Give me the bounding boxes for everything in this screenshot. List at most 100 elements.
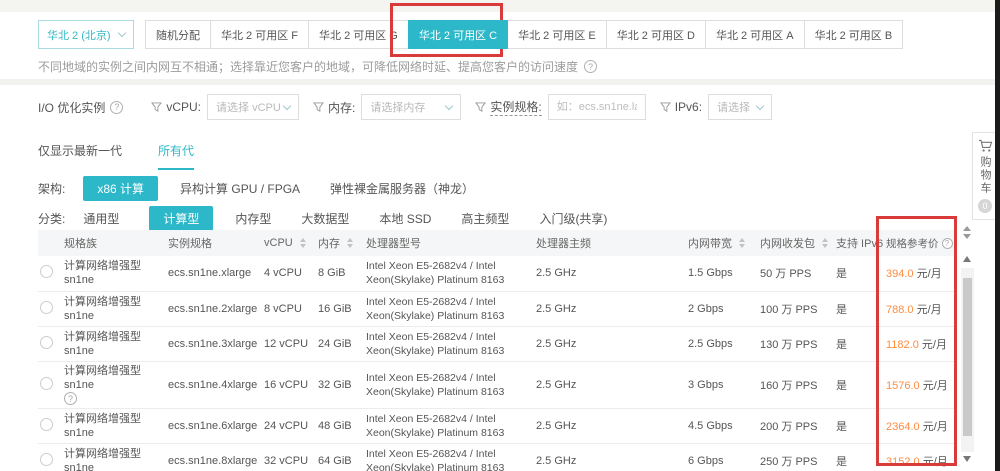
cell-memory: 24 GiB (316, 326, 364, 361)
cell-family: 计算网络增强型 sn1ne (62, 443, 166, 471)
sort-arrows-icon[interactable] (347, 238, 353, 248)
vcpu-filter-label: vCPU: (166, 100, 201, 114)
cell-family: 计算网络增强型 sn1ne (62, 256, 166, 291)
cat-option-localssd[interactable]: 本地 SSD (379, 210, 431, 227)
tab-latest-generation[interactable]: 仅显示最新一代 (38, 142, 122, 170)
cell-bandwidth: 6 Gbps (686, 443, 758, 471)
zone-tab-c-selected[interactable]: 华北 2 可用区 C (408, 20, 508, 49)
cell-family: 计算网络增强型 sn1ne (62, 326, 166, 361)
cell-family: 计算网络增强型 sn1ne (62, 408, 166, 443)
question-circle-icon[interactable]: ? (942, 238, 953, 249)
table-header-row: 规格族 实例规格 vCPU 内存 处理器型号 处理器主频 内网带宽 内网收发包 … (38, 230, 955, 256)
spec-filter-label: 实例规格: (490, 98, 541, 116)
cell-memory: 8 GiB (316, 256, 364, 291)
row-radio[interactable] (40, 336, 53, 349)
zone-tab-b[interactable]: 华北 2 可用区 B (804, 20, 904, 49)
question-circle-icon[interactable]: ? (64, 392, 77, 405)
chevron-down-icon (756, 101, 764, 109)
window-right-edge (995, 0, 1000, 471)
cell-price: 394.0 元/月 (884, 256, 955, 291)
zone-tab-random[interactable]: 随机分配 (145, 20, 211, 49)
zone-tab-d[interactable]: 华北 2 可用区 D (606, 20, 706, 49)
cell-cpu-freq: 2.5 GHz (534, 408, 686, 443)
scroll-up-arrow-icon[interactable] (963, 256, 971, 262)
row-radio[interactable] (40, 301, 53, 314)
chevron-down-icon (445, 101, 453, 109)
arch-option-x86[interactable]: x86 计算 (83, 176, 158, 201)
cell-pps: 100 万 PPS (758, 291, 834, 326)
cell-vcpu: 32 vCPU (262, 443, 316, 471)
cell-price: 3152.0 元/月 (884, 443, 955, 471)
table-row: 计算网络增强型 sn1ne ecs.sn1ne.6xlarge 24 vCPU … (38, 408, 955, 443)
cell-spec: ecs.sn1ne.8xlarge (166, 443, 262, 471)
region-select-value: 华北 2 (北京) (47, 27, 111, 43)
cell-vcpu: 16 vCPU (262, 361, 316, 408)
shopping-cart-icon (978, 139, 993, 153)
table-row: 计算网络增强型 sn1ne ecs.sn1ne.xlarge 4 vCPU 8 … (38, 256, 955, 291)
cell-ipv6: 是 (834, 408, 884, 443)
cell-pps: 50 万 PPS (758, 256, 834, 291)
chevron-down-icon (118, 29, 126, 37)
ipv6-select[interactable]: 请选择 (708, 94, 772, 120)
memory-select[interactable]: 请选择内存 (361, 94, 461, 120)
cell-memory: 16 GiB (316, 291, 364, 326)
cell-pps: 250 万 PPS (758, 443, 834, 471)
region-select[interactable]: 华北 2 (北京) (38, 20, 134, 49)
cell-cpu-model: Intel Xeon E5-2682v4 / Intel Xeon(Skylak… (364, 256, 534, 291)
cell-spec: ecs.sn1ne.3xlarge (166, 326, 262, 361)
header-price: 规格参考价? (884, 230, 955, 256)
zone-tab-f[interactable]: 华北 2 可用区 F (210, 20, 309, 49)
spec-input[interactable] (548, 94, 646, 120)
question-circle-icon[interactable]: ? (110, 101, 123, 114)
cell-ipv6: 是 (834, 291, 884, 326)
sort-arrows-icon[interactable] (739, 238, 745, 248)
cell-bandwidth: 1.5 Gbps (686, 256, 758, 291)
cat-option-entry[interactable]: 入门级(共享) (539, 210, 607, 227)
zone-tab-g[interactable]: 华北 2 可用区 G (308, 20, 409, 49)
vcpu-select[interactable]: 请选择 vCPU (207, 94, 299, 120)
cat-option-compute[interactable]: 计算型 (149, 206, 213, 231)
header-family: 规格族 (62, 230, 166, 256)
ipv6-filter-label: IPv6: (675, 100, 702, 114)
zone-row: 华北 2 (北京) 随机分配 华北 2 可用区 F 华北 2 可用区 G 华北 … (38, 20, 903, 49)
cell-vcpu: 24 vCPU (262, 408, 316, 443)
cell-family: 计算网络增强型 sn1ne ? (62, 361, 166, 408)
zone-tab-e[interactable]: 华北 2 可用区 E (507, 20, 607, 49)
sort-arrows-icon[interactable] (963, 226, 971, 239)
arch-option-gpu-fpga[interactable]: 异构计算 GPU / FPGA (180, 180, 300, 197)
table-row: 计算网络增强型 sn1ne ecs.sn1ne.2xlarge 8 vCPU 1… (38, 291, 955, 326)
row-radio[interactable] (40, 265, 53, 278)
cell-ipv6: 是 (834, 326, 884, 361)
region-note-text: 不同地域的实例之间内网互不相通；选择靠近您客户的地域，可降低网络时延、提高您客户… (38, 58, 578, 75)
cat-option-general[interactable]: 通用型 (83, 210, 119, 227)
question-circle-icon[interactable]: ? (584, 60, 597, 73)
scroll-down-arrow-icon[interactable] (963, 456, 971, 462)
row-radio[interactable] (40, 453, 53, 466)
header-bandwidth: 内网带宽 (686, 230, 758, 256)
tab-all-generations[interactable]: 所有代 (158, 142, 194, 170)
zone-tab-a[interactable]: 华北 2 可用区 A (705, 20, 805, 49)
top-strip (0, 0, 1000, 12)
sort-arrows-icon[interactable] (300, 238, 306, 248)
cell-cpu-freq: 2.5 GHz (534, 443, 686, 471)
cell-family: 计算网络增强型 sn1ne (62, 291, 166, 326)
cell-memory: 64 GiB (316, 443, 364, 471)
category-label: 分类: (38, 210, 65, 227)
chevron-down-icon (283, 101, 291, 109)
arch-option-baremetal[interactable]: 弹性裸金属服务器（神龙） (330, 180, 474, 197)
cat-option-memory[interactable]: 内存型 (235, 210, 271, 227)
row-radio[interactable] (40, 377, 53, 390)
funnel-icon (151, 102, 162, 113)
row-radio[interactable] (40, 418, 53, 431)
table-row: 计算网络增强型 sn1ne ? ecs.sn1ne.4xlarge 16 vCP… (38, 361, 955, 408)
cell-cpu-model: Intel Xeon E5-2682v4 / Intel Xeon(Skylak… (364, 326, 534, 361)
memory-filter: 内存: 请选择内存 (313, 94, 461, 120)
scrollbar-thumb[interactable] (963, 278, 972, 436)
cat-option-highfreq[interactable]: 高主频型 (461, 210, 509, 227)
cell-bandwidth: 3 Gbps (686, 361, 758, 408)
ecs-instance-picker: 华北 2 (北京) 随机分配 华北 2 可用区 F 华北 2 可用区 G 华北 … (0, 0, 1000, 471)
cell-price: 1576.0 元/月 (884, 361, 955, 408)
sort-arrows-icon[interactable] (822, 238, 828, 248)
header-cpu-freq: 处理器主频 (534, 230, 686, 256)
cat-option-bigdata[interactable]: 大数据型 (301, 210, 349, 227)
